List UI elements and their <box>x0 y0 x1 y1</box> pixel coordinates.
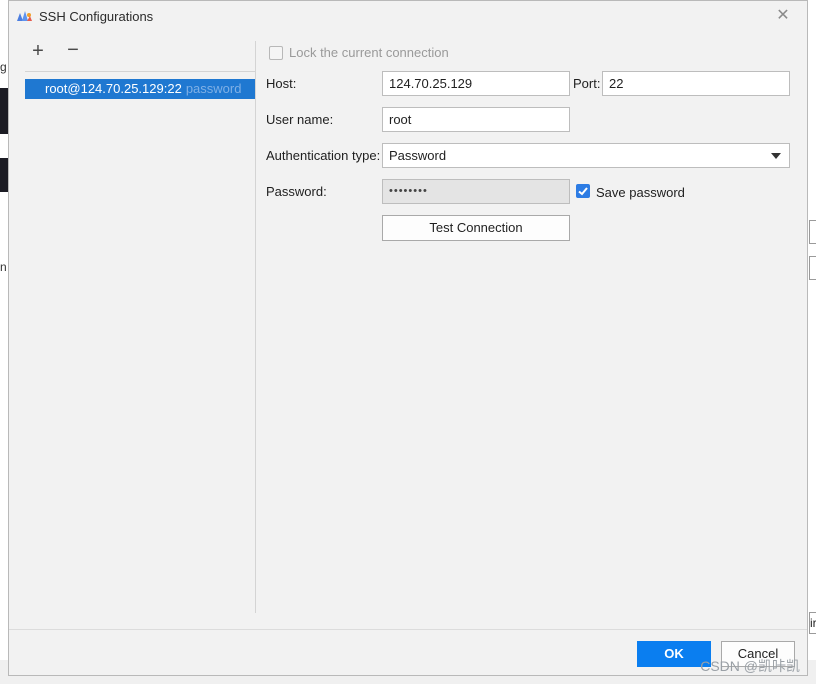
chevron-down-icon <box>771 153 781 159</box>
save-password-checkbox[interactable] <box>576 184 590 198</box>
ssh-configurations-dialog: SSH Configurations ✕ + − root@124.70.25.… <box>8 0 808 676</box>
host-input[interactable]: 124.70.25.129 <box>382 71 570 96</box>
lock-connection-label: Lock the current connection <box>289 45 449 60</box>
config-list-item[interactable]: root@124.70.25.129:22 password <box>25 79 255 99</box>
background-input <box>809 256 816 280</box>
config-auth-type: password <box>185 81 242 96</box>
close-icon[interactable]: ✕ <box>773 7 793 27</box>
auth-type-value: Password <box>389 148 447 163</box>
background-text: g <box>0 60 7 74</box>
title-bar[interactable]: SSH Configurations ✕ <box>9 1 807 33</box>
dialog-title: SSH Configurations <box>39 9 154 24</box>
list-separator <box>25 71 255 72</box>
save-password-label: Save password <box>596 185 685 200</box>
watermark: CSDN @凯咔凯 <box>700 658 800 674</box>
port-label: Port: <box>573 76 601 91</box>
password-input[interactable]: •••••••• <box>382 179 570 204</box>
background-text: ir <box>810 616 816 630</box>
auth-type-select[interactable]: Password <box>382 143 790 168</box>
footer-separator <box>9 629 807 630</box>
add-configuration-button[interactable]: + <box>27 41 49 63</box>
test-connection-button[interactable]: Test Connection <box>382 215 570 241</box>
background-dark-panel <box>0 88 8 192</box>
remove-configuration-button[interactable]: − <box>62 40 84 62</box>
username-input[interactable]: root <box>382 107 570 132</box>
background-text: n <box>0 260 7 274</box>
port-input[interactable]: 22 <box>602 71 790 96</box>
config-name: root@124.70.25.129:22 <box>45 81 182 96</box>
checkmark-icon <box>578 187 588 196</box>
username-label: User name: <box>266 112 334 127</box>
background-button: ir <box>809 612 816 634</box>
background-input <box>809 220 816 244</box>
auth-type-label: Authentication type: <box>266 148 381 163</box>
host-label: Host: <box>266 76 297 91</box>
lock-connection-checkbox[interactable] <box>269 46 283 60</box>
password-label: Password: <box>266 184 327 199</box>
panel-splitter[interactable] <box>255 41 256 613</box>
app-logo-icon <box>17 11 32 21</box>
